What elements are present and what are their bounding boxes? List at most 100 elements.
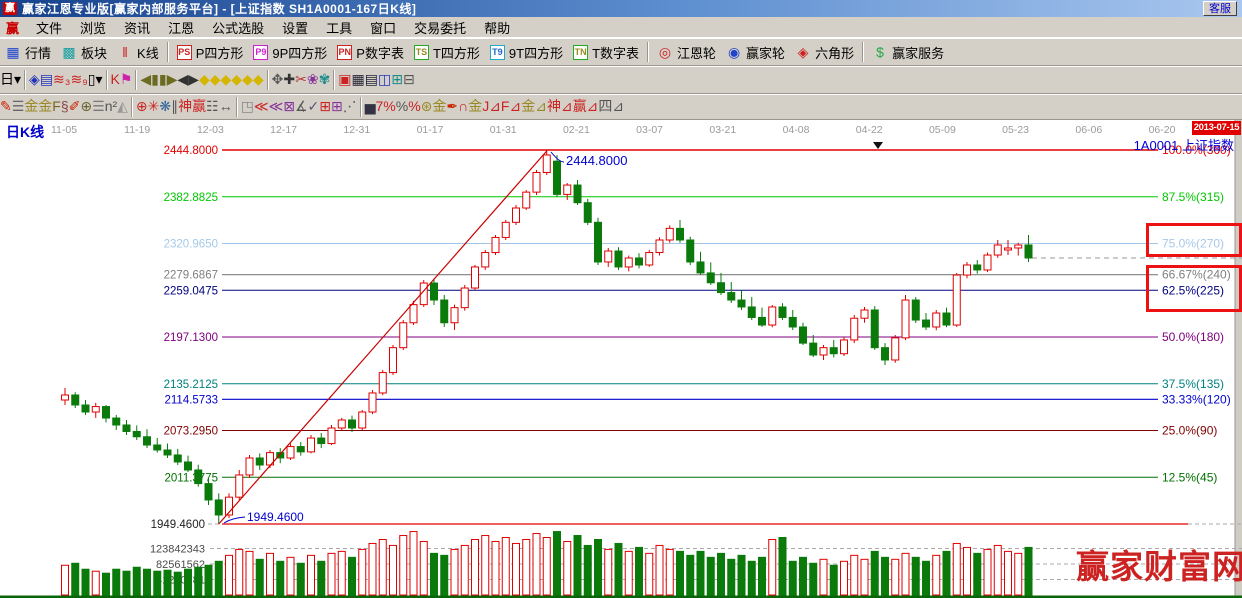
- menu-item-2[interactable]: 资讯: [115, 16, 159, 39]
- f-angle-icon[interactable]: F⊿: [501, 98, 521, 116]
- menu-item-6[interactable]: 工具: [317, 16, 361, 39]
- flower-tool-button[interactable]: ❀: [307, 71, 319, 89]
- diamond-left-button[interactable]: ◆: [199, 71, 210, 89]
- winner-service-button[interactable]: $赢家服务: [867, 41, 949, 64]
- brush-tool-icon[interactable]: ✎: [0, 98, 12, 116]
- h-arrows-icon[interactable]: ↔: [219, 98, 233, 116]
- check-wave-icon[interactable]: ✓: [308, 98, 320, 116]
- menu-item-3[interactable]: 江恩: [159, 16, 203, 39]
- net-tool-button[interactable]: ✾: [319, 71, 331, 89]
- ruler123-icon[interactable]: ☷: [206, 98, 219, 116]
- gann-wheel-button[interactable]: ◎江恩轮: [652, 41, 721, 64]
- j-angle-icon[interactable]: J⊿: [482, 98, 501, 116]
- angle-ruler-icon[interactable]: ◭: [117, 98, 128, 116]
- scissors-button[interactable]: ✂: [295, 71, 307, 89]
- gold-level-icon[interactable]: 金: [432, 98, 446, 116]
- spiral-tool-icon[interactable]: §: [61, 98, 69, 116]
- pen-flag-icon[interactable]: ✒: [446, 98, 458, 116]
- diamond-expand-button[interactable]: ◆: [221, 71, 232, 89]
- pattern-zoom-icon[interactable]: ◈: [29, 71, 40, 89]
- period-dropdown-button[interactable]: 日▾: [0, 71, 21, 89]
- fan-purple-icon[interactable]: ≪: [269, 98, 284, 116]
- menu-item-7[interactable]: 窗口: [361, 16, 405, 39]
- menu-item-4[interactable]: 公式选股: [203, 16, 273, 39]
- last-page-button[interactable]: ▮▶: [159, 71, 177, 89]
- p9-square-button[interactable]: P99P四方形: [248, 41, 332, 64]
- sectors-button[interactable]: ▩板块: [56, 41, 112, 64]
- comb2-tool-icon[interactable]: ☰: [92, 98, 105, 116]
- diamond-right-button[interactable]: ◆: [210, 71, 221, 89]
- gann-gold-grid2-icon[interactable]: 金: [38, 98, 52, 116]
- web-blue-icon[interactable]: ❋: [159, 98, 171, 116]
- menu-item-9[interactable]: 帮助: [475, 16, 519, 39]
- info-card-icon[interactable]: ▤: [40, 71, 53, 89]
- calendar-button-icon: ▣: [338, 71, 351, 87]
- ying-tool-icon[interactable]: 赢: [192, 98, 206, 116]
- menu-item-8[interactable]: 交易委托: [405, 16, 475, 39]
- shen-tool-icon[interactable]: 神: [178, 98, 192, 116]
- pct7-icon[interactable]: 7%: [376, 98, 396, 116]
- wave-tool-icon[interactable]: ∩: [458, 98, 468, 116]
- calendar-button[interactable]: ▣: [338, 71, 351, 89]
- next-button[interactable]: ▶: [188, 71, 199, 89]
- kline-chart-canvas[interactable]: 11-0511-1912-0312-1712-3101-1701-3102-21…: [0, 120, 1242, 598]
- kline-red-icon[interactable]: K: [111, 71, 120, 89]
- mini-chart9-icon[interactable]: ≋₉: [70, 71, 87, 89]
- diamond-shrink-button[interactable]: ◆: [231, 71, 242, 89]
- parallel-tool-icon[interactable]: ∥: [171, 98, 178, 116]
- volume-bar: [564, 541, 571, 595]
- diamond-zoomin-button[interactable]: ◆: [242, 71, 253, 89]
- network-button[interactable]: ⊞: [391, 71, 403, 89]
- t-table-button[interactable]: TNT数字表: [568, 41, 644, 64]
- printer-button[interactable]: ⊟: [403, 71, 415, 89]
- fan-red-icon[interactable]: ≪: [254, 98, 269, 116]
- first-page-button[interactable]: ◀▮: [140, 71, 158, 89]
- grid-purple-icon[interactable]: ⊞: [331, 98, 343, 116]
- angle-line-icon[interactable]: ∡: [295, 98, 308, 116]
- pct-icon[interactable]: %: [396, 98, 408, 116]
- gold-line-icon[interactable]: 金: [468, 98, 482, 116]
- quotes-button[interactable]: ▦行情: [0, 41, 56, 64]
- shen-angle-icon[interactable]: 神⊿: [547, 98, 573, 116]
- menu-item-5[interactable]: 设置: [273, 16, 317, 39]
- t-square-button[interactable]: TST四方形: [409, 41, 485, 64]
- diamond-zoomout-button[interactable]: ◆: [253, 71, 264, 89]
- mini-chart3-icon[interactable]: ≋₃: [53, 71, 70, 89]
- candle-style-dropdown[interactable]: ▯▾: [88, 71, 103, 89]
- hexagon-button[interactable]: ◈六角形: [790, 41, 859, 64]
- comb-tool-icon[interactable]: ☰: [12, 98, 25, 116]
- web-red-icon[interactable]: ✳: [148, 98, 160, 116]
- menu-item-0[interactable]: 文件: [27, 16, 71, 39]
- calculator-button[interactable]: ▦: [352, 71, 365, 89]
- si-angle-icon[interactable]: 四⊿: [598, 98, 624, 116]
- scrollbar[interactable]: [1235, 120, 1242, 598]
- menu-item-1[interactable]: 浏览: [71, 16, 115, 39]
- f-grid-icon[interactable]: F: [52, 98, 61, 116]
- box-web-icon[interactable]: ⊠: [283, 98, 295, 116]
- save-button[interactable]: ◫: [378, 71, 391, 89]
- pct5-icon[interactable]: %: [408, 98, 420, 116]
- gold-angle-icon[interactable]: 金⊿: [521, 98, 547, 116]
- p-table-button[interactable]: PNP数字表: [332, 41, 409, 64]
- winner-wheel-button[interactable]: ◉赢家轮: [721, 41, 790, 64]
- customer-service-button[interactable]: 客服: [1203, 1, 1237, 16]
- marker-tool-icon[interactable]: ✐: [69, 98, 81, 116]
- notes-button[interactable]: ▤: [365, 71, 378, 89]
- prev-button[interactable]: ◀: [177, 71, 188, 89]
- vol-bars-icon[interactable]: ▅: [365, 98, 376, 116]
- target-tool-icon[interactable]: ⊕: [136, 98, 148, 116]
- crosshair-button[interactable]: ✚: [283, 71, 295, 89]
- gold-circle-icon[interactable]: ⊛: [421, 98, 433, 116]
- gann-gold-grid1-icon[interactable]: 金: [24, 98, 38, 116]
- ying-angle-icon[interactable]: 赢⊿: [573, 98, 599, 116]
- grid-red-icon[interactable]: ⊞: [319, 98, 331, 116]
- diag-lines-icon[interactable]: ⋰: [343, 98, 357, 116]
- box-select-icon[interactable]: ◳: [241, 98, 254, 116]
- p-square-button[interactable]: PSP四方形: [172, 41, 249, 64]
- kline-button[interactable]: ‖K线: [112, 41, 164, 64]
- t9-square-button[interactable]: T99T四方形: [485, 41, 568, 64]
- circle-grid-icon[interactable]: ⊕: [80, 98, 92, 116]
- volume-profile-icon[interactable]: ⚑: [120, 71, 133, 89]
- n2-tool-icon[interactable]: n²: [105, 98, 117, 116]
- hand-tool-button[interactable]: ✥: [272, 71, 284, 89]
